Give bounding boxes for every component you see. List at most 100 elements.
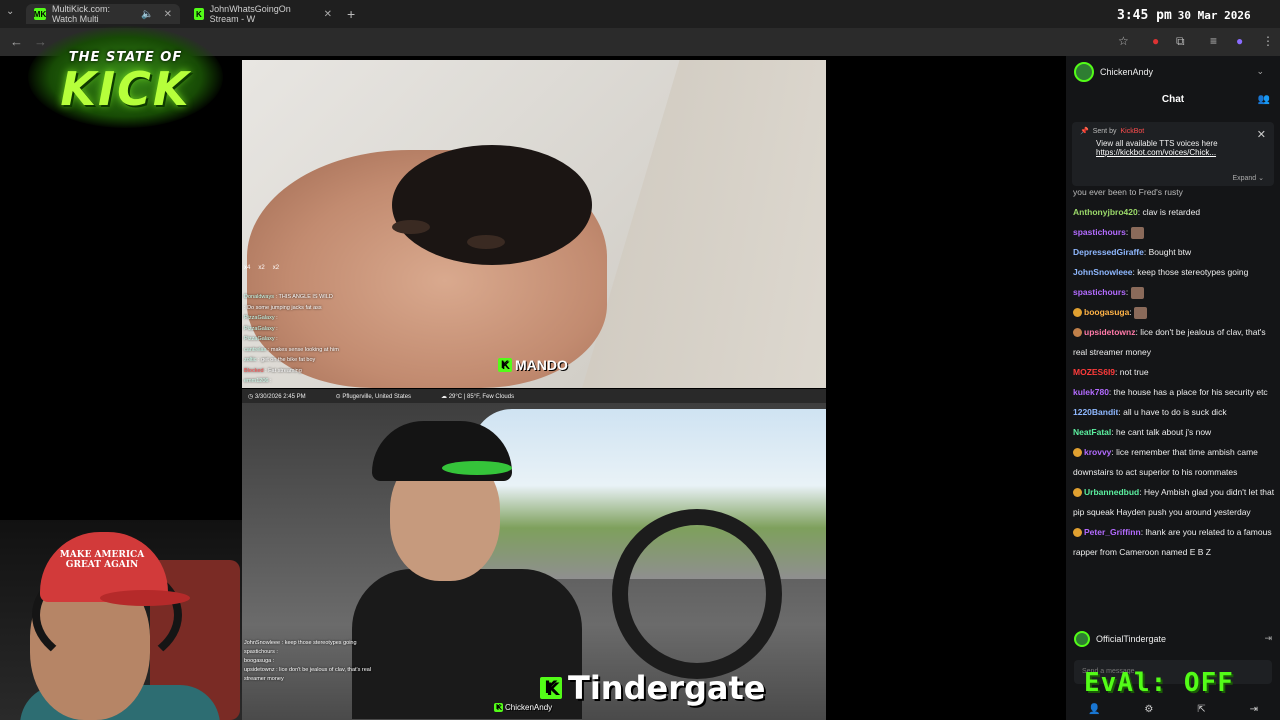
chat-message: DepressedGiraffe: Bought btw: [1073, 242, 1275, 262]
pinned-message: 📌 Sent by KickBot View all available TTS…: [1072, 122, 1274, 186]
extensions-puzzle-icon[interactable]: ⧉: [1176, 34, 1185, 49]
overlay-line: PizzaGalaxy :: [244, 336, 278, 342]
chat-username[interactable]: DepressedGiraffe: [1073, 247, 1144, 257]
chat-username[interactable]: Anthonyjbro420: [1073, 207, 1138, 217]
emote-count: x4: [244, 265, 251, 271]
stream-title-overlay: K Tindergate: [540, 669, 765, 707]
chat-panel: ChickenAndy ⌄ Chat 👥 📌 Sent by KickBot V…: [1066, 56, 1280, 720]
kick-logo-icon: K: [494, 703, 503, 712]
tab-search-chevron-icon[interactable]: ⌄: [6, 6, 14, 17]
chat-username[interactable]: spastichours: [1073, 227, 1126, 237]
user-badge-icon: [1073, 488, 1082, 498]
chat-username[interactable]: MOZES6I9: [1073, 367, 1115, 377]
emote-count: x2: [258, 265, 265, 271]
stream-chat-overlay: JohnSnowleee : keep those stereotypes go…: [244, 639, 394, 684]
chat-message: MOZES6I9: not true: [1073, 362, 1275, 382]
chat-colon: :: [1125, 287, 1131, 297]
overlay-line: Blocked : Fat streaming: [244, 367, 302, 374]
chat-username[interactable]: upsidetownz: [1084, 327, 1135, 337]
add-user-icon[interactable]: 👤: [1088, 704, 1100, 715]
chat-message: spastichours:: [1073, 222, 1275, 242]
expand-button[interactable]: Expand ⌄: [1232, 174, 1264, 182]
pinned-sender-row: 📌 Sent by KickBot: [1080, 127, 1266, 136]
user-badge-icon: [1073, 328, 1082, 338]
back-icon[interactable]: ←: [10, 34, 23, 49]
bot-name: KickBot: [1120, 127, 1145, 135]
chat-message: NeatFatal: he cant talk about j's now: [1073, 422, 1275, 442]
overlay-line: JohnSnowleee : keep those stereotypes go…: [244, 640, 357, 646]
user-badge-icon: [1073, 308, 1082, 318]
overlay-line: cantrelax : makes sense looking at him: [244, 346, 339, 353]
pinned-text: View all available TTS voices here: [1096, 139, 1218, 148]
eye: [392, 220, 430, 234]
tab-john-stream[interactable]: K JohnWhatsGoingOn Stream - W ✕: [186, 4, 340, 24]
clock-date: 30 Mar 2026: [1177, 9, 1251, 22]
channel-tag: K ChickenAndy: [494, 703, 552, 712]
emote-combo-row: x4 x2 x2: [244, 265, 279, 271]
chat-message: spastichours:: [1073, 282, 1275, 302]
kick-logo-icon: K: [540, 677, 562, 699]
bottom-stream-video[interactable]: ◷ 3/30/2026 2:45 PM ⊙ Pflugerville, Unit…: [242, 389, 826, 720]
emote-count: x2: [272, 265, 280, 271]
chat-username[interactable]: kulek780: [1073, 387, 1109, 397]
exit-icon[interactable]: ⇥: [1250, 704, 1258, 715]
popout-icon[interactable]: ⇱: [1197, 704, 1205, 715]
chat-username[interactable]: boogasuga: [1084, 307, 1129, 317]
profile-avatar-icon[interactable]: ●: [1236, 34, 1243, 48]
top-stream-video[interactable]: x4 x2 x2 Donaldways : THIS ANGLE IS WILD…: [242, 60, 826, 388]
overlay-line: upsidetownz : lice don't be jealous of c…: [244, 667, 372, 682]
streamer-tag-label: MANDO: [515, 357, 568, 373]
chat-text: keep those stereotypes going: [1137, 267, 1249, 277]
chat-text: all u have to do is suck dick: [1123, 407, 1227, 417]
media-controls-icon[interactable]: ≡: [1210, 34, 1217, 48]
close-tab-icon[interactable]: ✕: [324, 9, 332, 20]
exit-icon[interactable]: ⇥: [1264, 633, 1272, 644]
chevron-down-icon[interactable]: ⌄: [1256, 66, 1264, 77]
bookmark-star-icon[interactable]: ☆: [1118, 34, 1129, 48]
chat-message: Urbannedbud: Hey Ambish glad you didn't …: [1073, 482, 1275, 522]
kick-logo-icon: K: [498, 358, 512, 372]
tab-label: JohnWhatsGoingOn Stream - W: [209, 4, 291, 24]
chat-username[interactable]: NeatFatal: [1073, 427, 1111, 437]
red-cap-bill: [100, 590, 190, 606]
chat-username[interactable]: JohnSnowleee: [1073, 267, 1133, 277]
chat-action-bar: 👤 ⚙ ⇱ ⇥: [1066, 698, 1280, 720]
menu-kebab-icon[interactable]: ⋮: [1262, 34, 1274, 48]
multikick-favicon-icon: MK: [33, 8, 47, 20]
users-icon[interactable]: 👥: [1258, 94, 1270, 105]
chat-message: JohnSnowleee: keep those stereotypes goi…: [1073, 262, 1275, 282]
chat-username[interactable]: spastichours: [1073, 287, 1126, 297]
channel-tag-label: ChickenAndy: [505, 703, 553, 712]
driver-cap-bill: [442, 461, 512, 475]
close-icon[interactable]: ✕: [1257, 128, 1266, 141]
extension-icon[interactable]: ●: [1152, 34, 1159, 48]
chat-footer-user[interactable]: OfficialTindergate: [1074, 631, 1166, 647]
chat-channel-header[interactable]: ChickenAndy: [1074, 62, 1153, 82]
chat-message: krovvy: lice remember that time ambish c…: [1073, 442, 1275, 482]
chat-text: the house has a place for his security e…: [1113, 387, 1268, 397]
chat-username[interactable]: Peter_Griffinn: [1084, 527, 1141, 537]
close-tab-icon[interactable]: ✕: [164, 9, 172, 20]
pinned-link[interactable]: https://kickbot.com/voices/Chick...: [1080, 148, 1266, 157]
location-label: ⊙ Pflugerville, United States: [335, 393, 412, 400]
chat-username[interactable]: 1220Bandit: [1073, 407, 1118, 417]
chat-emote-icon: [1134, 306, 1148, 319]
chat-text: clav is retarded: [1142, 207, 1201, 217]
new-tab-button[interactable]: +: [347, 6, 355, 22]
chat-emote-icon: [1130, 226, 1144, 239]
chat-colon: :: [1125, 227, 1131, 237]
user-avatar: [1074, 631, 1090, 647]
settings-gear-icon[interactable]: ⚙: [1144, 704, 1153, 715]
chat-message: boogasuga:: [1073, 302, 1275, 322]
chat-username[interactable]: krovvy: [1084, 447, 1111, 457]
chat-username[interactable]: Urbannedbud: [1084, 487, 1139, 497]
chat-message: kulek780: the house has a place for his …: [1073, 382, 1275, 402]
chat-emote-icon: [1130, 286, 1144, 299]
speaker-icon[interactable]: 🔈: [141, 9, 153, 20]
overlay-line: spastichours :: [244, 649, 278, 655]
overlay-line: boogasuga :: [244, 658, 275, 664]
chat-message: 1220Bandit: all u have to do is suck dic…: [1073, 402, 1275, 422]
stream-title-text: Tindergate: [568, 669, 766, 707]
overlay-line: emm1206 :: [244, 378, 272, 384]
tab-multikick[interactable]: MK MultiKick.com: Watch Multi 🔈 ✕: [26, 4, 180, 24]
